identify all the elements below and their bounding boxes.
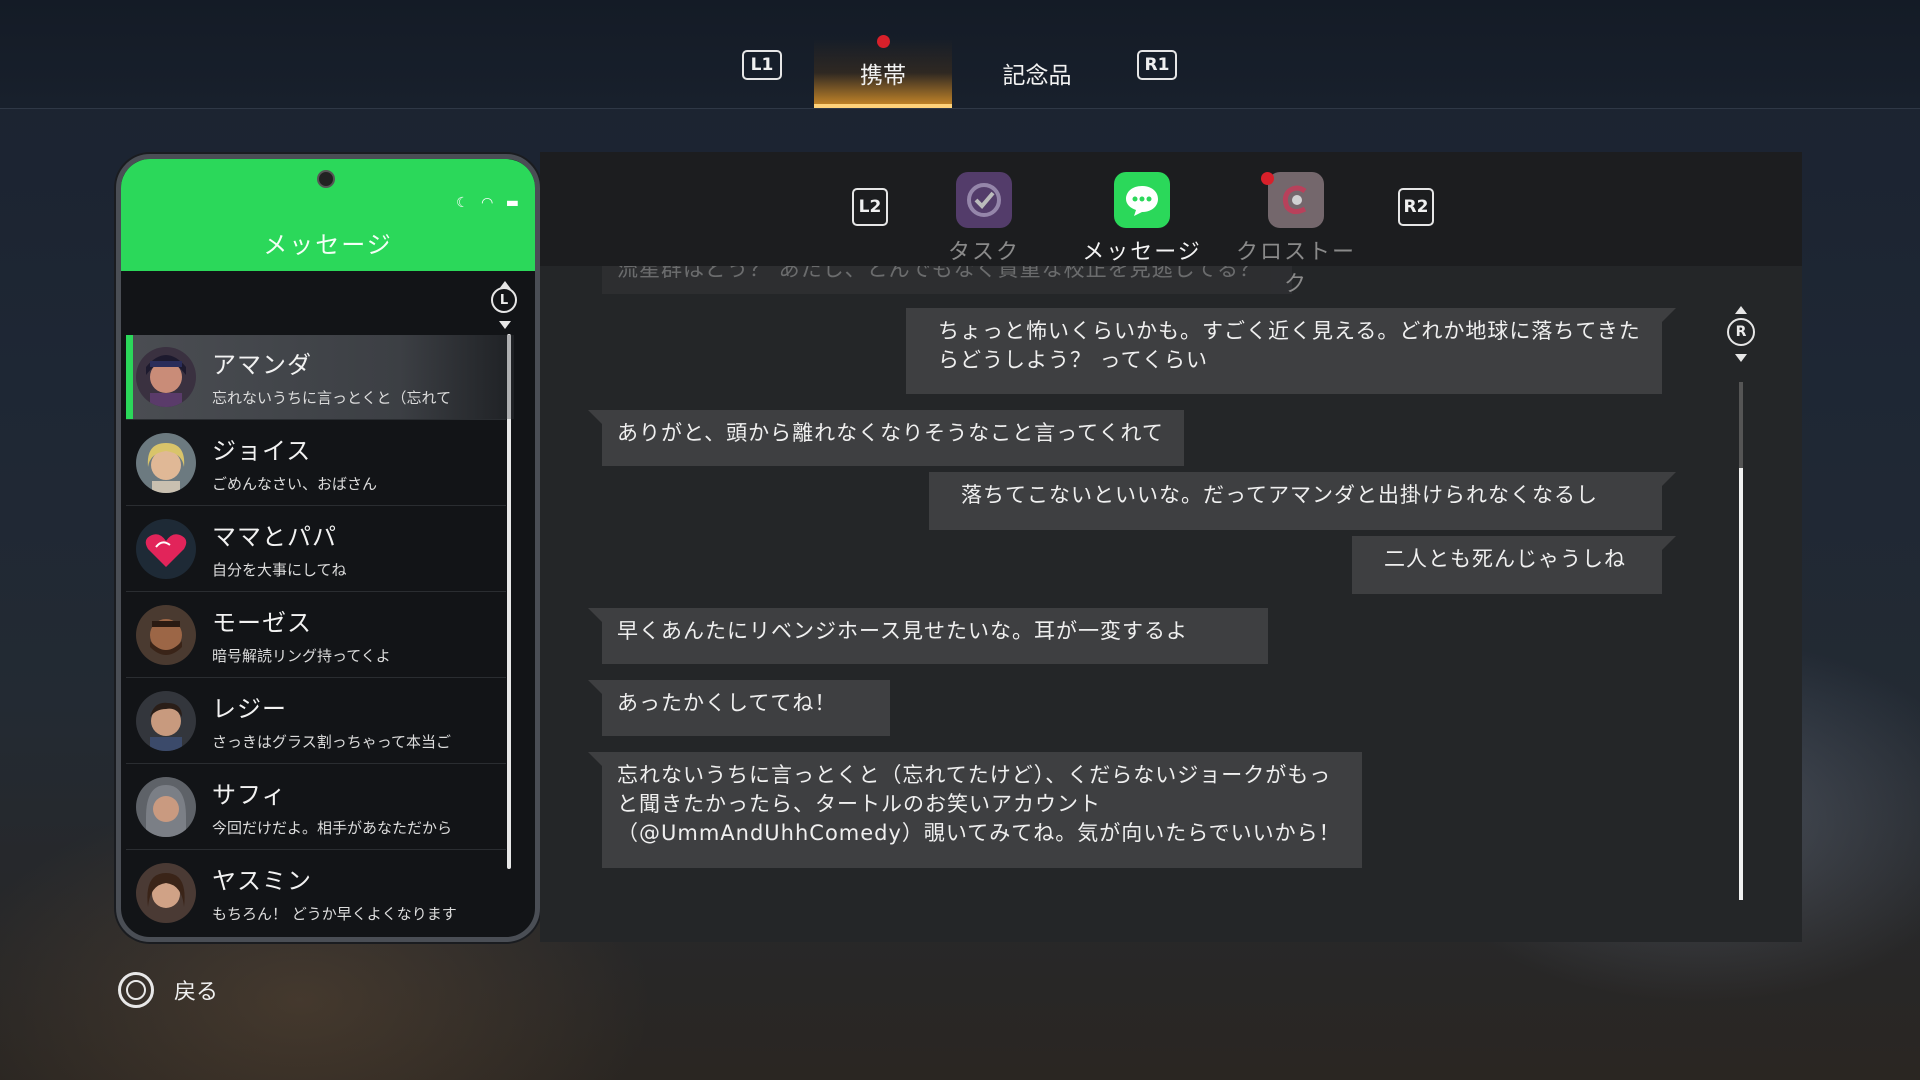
- tab-phone-notification-dot: [877, 35, 890, 48]
- tab-keepsakes-label: 記念品: [1002, 63, 1072, 89]
- app-messages-label: メッセージ: [1082, 240, 1202, 265]
- l-stick-icon: L: [491, 287, 517, 313]
- l2-button[interactable]: L2: [852, 188, 888, 226]
- contact-name: レジー: [212, 695, 287, 723]
- divider: [126, 419, 506, 420]
- contact-name: ヤスミン: [212, 867, 312, 895]
- contact-name: ママとパパ: [212, 523, 337, 551]
- avatar-yasmin: [136, 863, 196, 923]
- phone-device: ☾ ◠ ▬ メッセージ アマンダ 忘れないうちに言っとくと（忘れて ジョイス ご…: [116, 154, 540, 942]
- task-check-icon: [956, 172, 1012, 228]
- contact-name: モーゼス: [212, 609, 312, 637]
- message-bubble: ちょっと怖いくらいかも。すごく近く見える。どれか地球に落ちてきたらどうしよう？ …: [906, 308, 1676, 394]
- tab-keepsakes[interactable]: 記念品: [968, 38, 1106, 108]
- message-bubble: あったかくしててね！: [588, 680, 890, 736]
- app-crosstalk-notification-dot: [1261, 172, 1274, 185]
- circle-button-icon: [118, 972, 154, 1008]
- app-tasks[interactable]: タスク: [914, 172, 1054, 266]
- avatar-reggie: [136, 691, 196, 751]
- avatar-safi: [136, 777, 196, 837]
- chat-scroll-down-icon: [1735, 354, 1747, 362]
- chat-scroll-up-icon: [1735, 306, 1747, 314]
- divider: [126, 677, 506, 678]
- contact-item-safi[interactable]: サフィ 今回だけだよ。相手があなただから: [126, 765, 514, 849]
- contact-preview: 自分を大事にしてね: [212, 561, 347, 579]
- phone-scroll-down-icon: [499, 321, 511, 329]
- crosstalk-logo-icon: [1268, 172, 1324, 228]
- contact-preview: 暗号解読リング持ってくよ: [212, 647, 391, 665]
- phone-header: ☾ ◠ ▬ メッセージ: [121, 159, 535, 271]
- contact-preview: もちろん！ どうか早くよくなります: [212, 905, 457, 923]
- contact-item-amanda[interactable]: アマンダ 忘れないうちに言っとくと（忘れて: [126, 335, 514, 419]
- app-crosstalk[interactable]: クロストーク: [1226, 172, 1366, 298]
- avatar-joyce: [136, 433, 196, 493]
- app-tasks-label: タスク: [947, 240, 1020, 265]
- back-label: 戻る: [174, 980, 219, 1005]
- message-bubble: 落ちてこないといいな。だってアマンダと出掛けられなくなるし: [929, 472, 1676, 530]
- divider: [126, 505, 506, 506]
- app-switcher-bar: L2 タスク メッセージ クロストーク R2: [540, 152, 1802, 297]
- divider: [126, 591, 506, 592]
- r1-button[interactable]: R1: [1137, 50, 1177, 80]
- contact-item-reggie[interactable]: レジー さっきはグラス割っちゃって本当ご: [126, 679, 514, 763]
- l1-button[interactable]: L1: [742, 50, 782, 80]
- contact-item-mom-and-dad[interactable]: ママとパパ 自分を大事にしてね: [126, 507, 514, 591]
- contact-preview: ごめんなさい、おばさん: [212, 475, 378, 493]
- contact-name: ジョイス: [212, 437, 312, 465]
- chat-panel: 流星群はどう？ あたし、とんでもなく貴重な校正を見逃してる？ ちょっと怖いくらい…: [540, 152, 1802, 942]
- contact-item-yasmin[interactable]: ヤスミン もちろん！ どうか早くよくなります: [126, 851, 514, 935]
- contact-item-joyce[interactable]: ジョイス ごめんなさい、おばさん: [126, 421, 514, 505]
- message-bubble: 忘れないうちに言っとくと（忘れてたけど）、くだらないジョークがもっと聞きたかった…: [588, 752, 1362, 868]
- phone-title: メッセージ: [263, 231, 393, 259]
- camera-icon: [317, 170, 335, 188]
- contact-name: サフィ: [212, 781, 287, 809]
- chat-bubble-icon: [1114, 172, 1170, 228]
- divider: [126, 763, 506, 764]
- divider: [126, 849, 506, 850]
- back-button[interactable]: 戻る: [118, 972, 218, 1008]
- app-messages[interactable]: メッセージ: [1072, 172, 1212, 266]
- contact-item-moses[interactable]: モーゼス 暗号解読リング持ってくよ: [126, 593, 514, 677]
- tab-phone-label: 携帯: [860, 63, 906, 89]
- app-crosstalk-label: クロストーク: [1235, 240, 1356, 297]
- tab-phone[interactable]: 携帯: [814, 38, 952, 108]
- avatar-amanda: [136, 347, 196, 407]
- avatar-heart-icon: [136, 519, 196, 579]
- avatar-moses: [136, 605, 196, 665]
- r2-button[interactable]: R2: [1398, 188, 1434, 226]
- message-bubble: ありがと、頭から離れなくなりそうなこと言ってくれて: [588, 410, 1184, 466]
- contact-preview: 今回だけだよ。相手があなただから: [212, 819, 453, 837]
- contact-preview: 忘れないうちに言っとくと（忘れて: [212, 389, 452, 407]
- chat-scrollbar-thumb[interactable]: [1739, 468, 1743, 900]
- message-bubble: 二人とも死んじゃうしね: [1352, 536, 1676, 594]
- contact-preview: さっきはグラス割っちゃって本当ご: [212, 733, 451, 751]
- status-bar-icons: ☾ ◠ ▬: [456, 195, 523, 211]
- contact-name: アマンダ: [212, 351, 312, 379]
- message-bubble: 早くあんたにリベンジホース見せたいな。耳が一変するよ: [588, 608, 1268, 664]
- r-stick-icon: R: [1727, 318, 1755, 346]
- top-nav-bar: [0, 0, 1920, 109]
